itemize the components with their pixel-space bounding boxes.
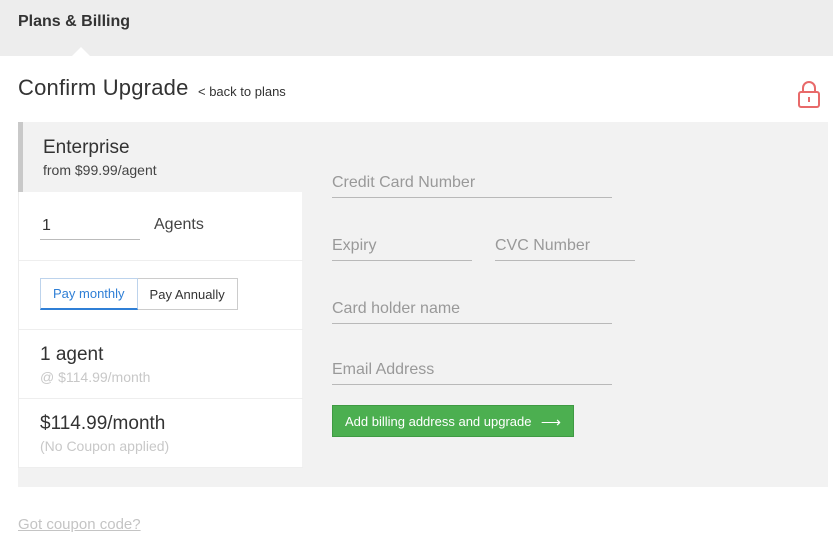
top-bar-title: Plans & Billing xyxy=(18,13,131,30)
agents-section: Agents xyxy=(19,192,303,261)
total-price: $114.99/month xyxy=(40,413,166,434)
plan-header: Enterprise from $99.99/agent xyxy=(18,122,302,192)
plan-price: from $99.99/agent xyxy=(43,162,157,178)
arrow-right-icon: ⟶ xyxy=(540,414,561,430)
card-holder-name-field[interactable] xyxy=(332,294,612,324)
agent-rate: @ $114.99/month xyxy=(40,369,151,385)
page-title: Confirm Upgrade xyxy=(18,75,189,100)
active-section-caret xyxy=(72,47,90,56)
agent-rate-section: 1 agent @ $114.99/month xyxy=(19,330,303,399)
pay-monthly-button[interactable]: Pay monthly xyxy=(40,278,138,310)
agents-label: Agents xyxy=(154,216,204,233)
lock-icon xyxy=(798,81,820,108)
top-bar: Plans & Billing xyxy=(0,0,833,56)
back-to-plans-link[interactable]: < back to plans xyxy=(198,84,286,99)
cvc-field[interactable] xyxy=(495,231,635,261)
add-billing-and-upgrade-button[interactable]: Add billing address and upgrade ⟶ xyxy=(332,405,574,437)
expiry-field[interactable] xyxy=(332,231,472,261)
agents-count-input[interactable] xyxy=(40,212,140,240)
credit-card-number-field[interactable] xyxy=(332,168,612,198)
total-section: $114.99/month (No Coupon applied) xyxy=(19,399,303,468)
agent-count-summary: 1 agent xyxy=(40,344,104,365)
coupon-status: (No Coupon applied) xyxy=(40,438,170,454)
plan-name: Enterprise xyxy=(43,137,130,158)
billing-period-toggle: Pay monthly Pay Annually xyxy=(40,278,238,310)
order-summary: Agents Pay monthly Pay Annually 1 agent … xyxy=(18,192,303,468)
coupon-code-link[interactable]: Got coupon code? xyxy=(18,516,141,533)
billing-period-section: Pay monthly Pay Annually xyxy=(19,261,303,330)
submit-button-label: Add billing address and upgrade xyxy=(345,413,532,429)
email-field[interactable] xyxy=(332,355,612,385)
pay-annually-button[interactable]: Pay Annually xyxy=(137,278,238,310)
